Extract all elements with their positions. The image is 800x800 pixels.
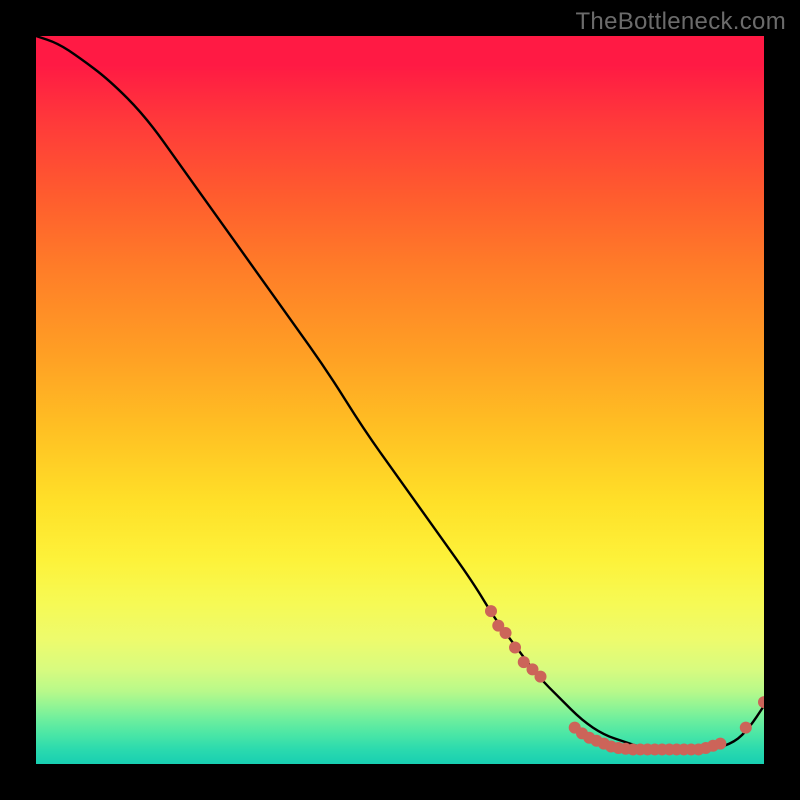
data-point — [535, 671, 547, 683]
data-point — [758, 696, 764, 708]
chart-frame: TheBottleneck.com — [0, 0, 800, 800]
plot-area — [36, 36, 764, 764]
watermark-text: TheBottleneck.com — [575, 8, 786, 36]
bottleneck-curve — [36, 36, 764, 749]
curve-svg — [36, 36, 764, 764]
data-point — [500, 627, 512, 639]
data-point — [714, 738, 726, 750]
data-point — [509, 642, 521, 654]
data-point — [485, 605, 497, 617]
data-point — [740, 722, 752, 734]
data-markers — [485, 605, 764, 755]
